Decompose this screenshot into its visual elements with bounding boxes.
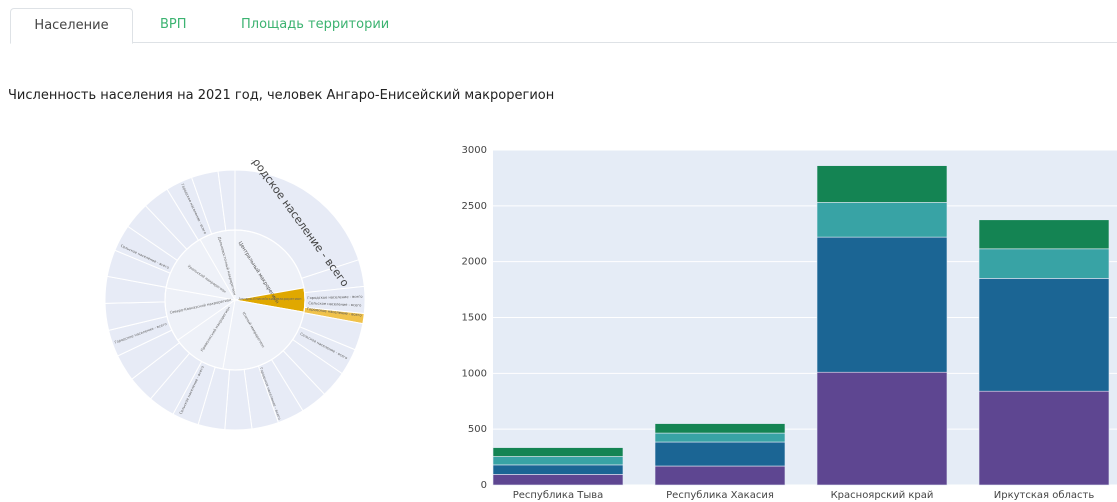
bar-segment[interactable] xyxy=(978,219,1110,250)
bar-segment[interactable] xyxy=(654,441,786,467)
x-tick-label: Республика Хакасия xyxy=(666,490,774,501)
bar-segment[interactable] xyxy=(654,465,786,486)
y-tick-label: 2000 xyxy=(462,257,487,268)
bar-segment[interactable] xyxy=(816,371,948,486)
y-tick-label: 1000 xyxy=(462,368,487,379)
bar-segment[interactable] xyxy=(492,456,624,466)
bar-segment[interactable] xyxy=(816,202,948,238)
y-tick-label: 3000 xyxy=(462,145,487,156)
bar-segment[interactable] xyxy=(492,464,624,475)
stacked-bar-chart[interactable]: 0 500 1000 1500 2000 2500 3000 Республика Тыва Р… xyxy=(440,140,1117,502)
tab-population[interactable]: Население xyxy=(10,8,133,44)
bar-segment[interactable] xyxy=(654,432,786,443)
bar-segment[interactable] xyxy=(978,390,1110,486)
y-tick-label: 1500 xyxy=(462,313,487,324)
bar-segment[interactable] xyxy=(492,474,624,486)
tab-bar: Население ВРП Площадь территории xyxy=(10,8,1117,44)
sunburst-chart[interactable]: Городское население - всегоЦентральный м… xyxy=(100,160,370,435)
tab-territory-area[interactable]: Площадь территории xyxy=(241,8,389,42)
x-tick-label: Республика Тыва xyxy=(513,490,604,501)
bar-segment[interactable] xyxy=(654,423,786,434)
x-tick-label: Иркутская область xyxy=(994,490,1095,501)
bar-segment[interactable] xyxy=(816,165,948,203)
tab-grp[interactable]: ВРП xyxy=(160,8,187,42)
page-title: Численность населения на 2021 год, челов… xyxy=(8,88,555,103)
bar-segment[interactable] xyxy=(978,248,1110,279)
tab-divider xyxy=(10,42,1117,43)
y-tick-label: 2500 xyxy=(462,201,487,212)
bar-segment[interactable] xyxy=(816,236,948,373)
bar-segment[interactable] xyxy=(492,447,624,457)
x-tick-label: Красноярский край xyxy=(831,490,934,501)
y-tick-label: 0 xyxy=(481,480,487,491)
sunburst-inner-small-label: Ангаро-Енисейский макрорегион xyxy=(239,297,303,301)
bar-segment[interactable] xyxy=(978,278,1110,392)
y-tick-label: 500 xyxy=(468,424,487,435)
